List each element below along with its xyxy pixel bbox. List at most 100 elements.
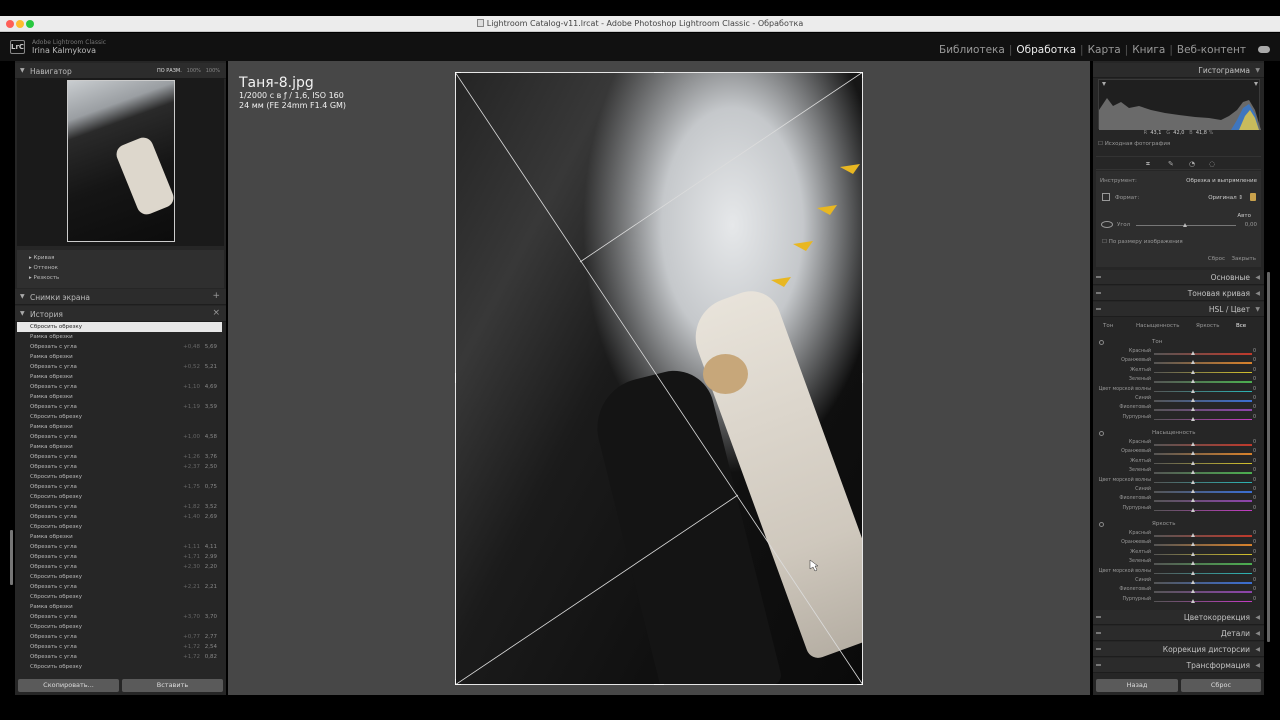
hsl-slider-value[interactable]: 0 (1253, 478, 1256, 483)
lock-icon[interactable] (1250, 193, 1256, 201)
navigator-header[interactable]: ▼ Навигатор ПО РАЗМ. 100% 100% (15, 63, 226, 79)
history-item[interactable]: Рамка обрезки (17, 332, 222, 342)
angle-slider-knob[interactable] (1183, 223, 1187, 227)
crop-tool-icon[interactable]: ⌗ (1146, 160, 1150, 169)
history-item[interactable]: Обрезать с угла +2,37 2,50 (17, 462, 222, 472)
hsl-slider-row[interactable]: Пурпурный 0 (1093, 415, 1264, 424)
hsl-slider-knob[interactable] (1191, 489, 1195, 493)
hsl-slider-knob[interactable] (1191, 470, 1195, 475)
history-item[interactable]: Сбросить обрезку (17, 322, 222, 332)
hsl-slider-track[interactable] (1154, 491, 1252, 493)
paste-settings-button[interactable]: Вставить (122, 679, 223, 692)
add-snapshot-button[interactable]: + (212, 291, 220, 301)
hsl-slider-value[interactable]: 0 (1253, 449, 1256, 454)
hsl-slider-row[interactable]: Красный 0 (1093, 531, 1264, 540)
module-link[interactable]: Карта (1088, 44, 1121, 56)
crop-overlay[interactable] (455, 72, 863, 685)
snapshots-header[interactable]: ▼ Снимки экрана + (15, 289, 226, 305)
history-item[interactable]: Обрезать с угла +1,11 4,11 (17, 542, 222, 552)
hsl-slider-value[interactable]: 0 (1253, 459, 1256, 464)
hsl-slider-row[interactable]: Синий 0 (1093, 578, 1264, 587)
hsl-slider-value[interactable]: 0 (1253, 387, 1256, 392)
history-item[interactable]: Рамка обрезки (17, 602, 222, 612)
mask-tool-icon[interactable]: ◌ (1209, 160, 1215, 168)
history-item[interactable]: Сбросить обрезку (17, 592, 222, 602)
hsl-slider-row[interactable]: Желтый 0 (1093, 550, 1264, 559)
hsl-slider-value[interactable]: 0 (1253, 487, 1256, 492)
history-item[interactable]: Обрезать с угла +2,21 2,21 (17, 582, 222, 592)
history-item[interactable]: Рамка обрезки (17, 372, 222, 382)
hsl-slider-row[interactable]: Желтый 0 (1093, 459, 1264, 468)
hsl-slider-track[interactable] (1154, 582, 1252, 584)
hsl-slider-knob[interactable] (1191, 388, 1195, 393)
hsl-slider-row[interactable]: Красный 0 (1093, 440, 1264, 449)
module-link[interactable]: Книга (1132, 44, 1165, 56)
navigator-zoom-options[interactable]: ПО РАЗМ. 100% 100% (157, 68, 220, 74)
hsl-slider-value[interactable]: 0 (1253, 405, 1256, 410)
clear-history-button[interactable]: × (212, 308, 220, 318)
reset-button[interactable]: Сброс (1181, 679, 1261, 692)
hsl-slider-row[interactable]: Оранжевый 0 (1093, 449, 1264, 458)
hsl-slider-knob[interactable] (1191, 360, 1195, 365)
hsl-slider-value[interactable]: 0 (1253, 368, 1256, 373)
history-item[interactable]: Рамка обрезки (17, 442, 222, 452)
hsl-slider-track[interactable] (1154, 591, 1252, 593)
hsl-tab[interactable]: Все (1236, 323, 1246, 329)
history-item[interactable]: Обрезать с угла +1,00 4,58 (17, 432, 222, 442)
hsl-slider-row[interactable]: Фиолетовый 0 (1093, 496, 1264, 505)
right-scrollbar[interactable] (1267, 272, 1270, 642)
hsl-slider-knob[interactable] (1191, 351, 1195, 355)
history-item[interactable]: Рамка обрезки (17, 352, 222, 362)
hsl-slider-row[interactable]: Синий 0 (1093, 396, 1264, 405)
history-item[interactable]: Рамка обрезки (17, 532, 222, 542)
hsl-slider-value[interactable]: 0 (1253, 358, 1256, 363)
hsl-slider-track[interactable] (1154, 553, 1252, 556)
hsl-slider-track[interactable] (1154, 362, 1252, 364)
history-item[interactable]: Обрезать с угла +1,72 0,82 (17, 652, 222, 662)
hsl-slider-knob[interactable] (1191, 379, 1195, 384)
crop-reset-button[interactable]: Сброс (1208, 256, 1225, 262)
format-select[interactable]: Оригинал ⇕ (1208, 195, 1243, 201)
hsl-slider-knob[interactable] (1191, 407, 1195, 412)
copy-settings-button[interactable]: Скопировать... (18, 679, 119, 692)
hsl-slider-knob[interactable] (1191, 398, 1195, 402)
hsl-slider-row[interactable]: Зеленый 0 (1093, 468, 1264, 477)
history-item[interactable]: Сбросить обрезку (17, 412, 222, 422)
navigator-thumbnail[interactable] (67, 80, 175, 242)
history-item[interactable]: Сбросить обрезку (17, 522, 222, 532)
subsection-tone[interactable]: ▸ Оттенок (29, 265, 58, 271)
tone-curve-section-header[interactable]: Тоновая кривая ◀ (1093, 286, 1264, 301)
module-link[interactable]: Библиотека (939, 44, 1005, 56)
history-item[interactable]: Рамка обрезки (17, 392, 222, 402)
original-photo-toggle[interactable]: ☐ Исходная фотография (1098, 141, 1170, 147)
hsl-slider-track[interactable] (1154, 600, 1252, 603)
hsl-slider-track[interactable] (1154, 462, 1252, 465)
hsl-slider-knob[interactable] (1191, 533, 1195, 537)
hsl-slider-value[interactable]: 0 (1253, 506, 1256, 511)
hsl-slider-track[interactable] (1154, 453, 1252, 455)
hsl-slider-value[interactable]: 0 (1253, 440, 1256, 445)
hsl-slider-knob[interactable] (1191, 479, 1195, 484)
left-scrollbar[interactable] (10, 530, 13, 585)
history-item[interactable]: Рамка обрезки (17, 422, 222, 432)
hsl-slider-value[interactable]: 0 (1253, 531, 1256, 536)
hsl-slider-track[interactable] (1154, 563, 1252, 565)
hsl-slider-track[interactable] (1154, 444, 1252, 446)
hsl-slider-knob[interactable] (1191, 507, 1195, 512)
hsl-slider-value[interactable]: 0 (1253, 540, 1256, 545)
hsl-slider-track[interactable] (1154, 544, 1252, 546)
hsl-slider-knob[interactable] (1191, 589, 1195, 594)
hsl-slider-track[interactable] (1154, 572, 1252, 575)
previous-button[interactable]: Назад (1096, 679, 1178, 692)
hsl-slider-track[interactable] (1154, 409, 1252, 411)
hsl-slider-value[interactable]: 0 (1253, 559, 1256, 564)
hsl-slider-value[interactable]: 0 (1253, 550, 1256, 555)
hsl-slider-knob[interactable] (1191, 369, 1195, 374)
shadow-clip-icon[interactable] (1102, 82, 1106, 86)
target-adjust-icon[interactable] (1099, 340, 1104, 345)
hsl-slider-knob[interactable] (1191, 498, 1195, 503)
hsl-slider-value[interactable]: 0 (1253, 396, 1256, 401)
history-item[interactable]: Обрезать с угла +1,71 2,99 (17, 552, 222, 562)
history-item[interactable]: Обрезать с угла +1,72 2,54 (17, 642, 222, 652)
module-link[interactable]: Обработка (1016, 44, 1076, 56)
